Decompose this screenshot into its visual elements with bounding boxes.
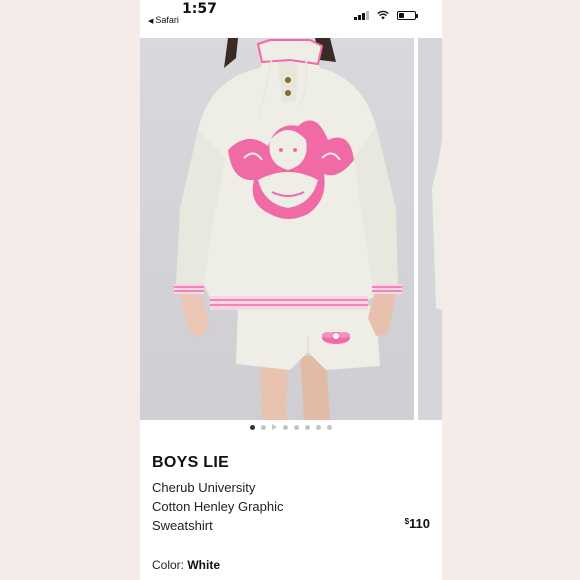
wifi-icon — [377, 10, 389, 20]
selected-color: Color: White — [152, 558, 220, 572]
back-to-app-link[interactable]: ◀ Safari — [148, 15, 179, 25]
product-photo[interactable] — [140, 38, 414, 420]
product-title-line: Sweatshirt — [152, 518, 213, 533]
gallery-dot[interactable] — [327, 424, 332, 430]
gallery-dot[interactable] — [261, 424, 266, 430]
gallery-dot[interactable] — [283, 424, 288, 430]
product-price: $110 — [405, 516, 430, 531]
back-arrow-icon: ◀ — [148, 18, 154, 25]
gallery-video-indicator[interactable] — [272, 424, 277, 430]
product-brand[interactable]: BOYS LIE — [152, 454, 229, 472]
price-value: 110 — [409, 516, 430, 531]
color-label: Color: — [152, 558, 185, 572]
gallery-dot[interactable] — [305, 424, 310, 430]
back-app-label: Safari — [155, 15, 179, 25]
color-value: White — [187, 558, 221, 572]
model-wearing-sweatshirt-illustration — [174, 38, 402, 420]
cellular-signal-icon — [354, 10, 369, 20]
next-product-photo-peek[interactable] — [418, 38, 442, 420]
gallery-dot[interactable] — [294, 424, 299, 430]
battery-icon — [397, 10, 418, 20]
status-bar: 1:57 ◀ Safari — [140, 0, 442, 36]
product-title-line: Cherub University — [152, 480, 256, 495]
next-photo-preview — [432, 138, 442, 310]
system-icons — [354, 10, 418, 20]
clock: 1:57 — [182, 1, 217, 17]
product-title: Cherub University Cotton Henley Graphic … — [152, 478, 372, 535]
gallery-pagination — [140, 424, 442, 430]
gallery-dot[interactable] — [316, 424, 321, 430]
product-title-line: Cotton Henley Graphic — [152, 499, 284, 514]
gallery-dot[interactable] — [250, 424, 255, 430]
phone-screen: 1:57 ◀ Safari BOYS LIE Cherub University… — [140, 0, 442, 580]
product-image-gallery[interactable] — [140, 38, 442, 420]
